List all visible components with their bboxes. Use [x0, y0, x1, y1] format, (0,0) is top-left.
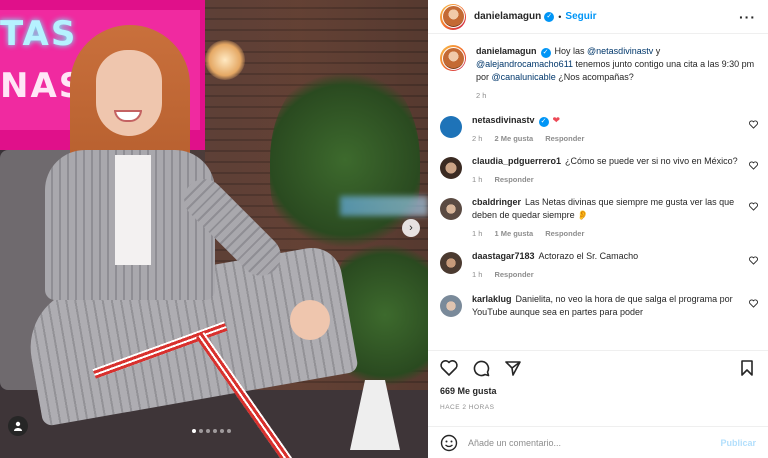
next-slide-button[interactable]: ›: [402, 219, 420, 237]
like-heart-icon[interactable]: [749, 202, 758, 211]
caption: danielamagun ✓ Hoy las @netasdivinastv y @…: [428, 45, 768, 102]
reply-button[interactable]: Responder: [545, 134, 584, 143]
reply-button[interactable]: Responder: [494, 175, 533, 184]
comment-item: claudia_pdguerrero1 ¿Cómo se puede ver si…: [428, 155, 768, 186]
user-icon: [14, 421, 22, 431]
woman-face: [96, 50, 162, 136]
post-media[interactable]: TAS NAS ›: [0, 0, 428, 458]
comment-text: Actorazo el Sr. Camacho: [538, 251, 639, 261]
woman-shirt: [115, 155, 151, 265]
caption-time[interactable]: 2 h: [476, 91, 486, 100]
avatar[interactable]: [440, 116, 462, 138]
sign-text-top: TAS: [0, 14, 78, 54]
comment-text: ❤: [552, 115, 561, 125]
comment-username[interactable]: cbaldringer: [472, 197, 521, 207]
avatar[interactable]: [440, 157, 462, 179]
woman-hand: [290, 300, 330, 340]
like-heart-icon[interactable]: [749, 161, 758, 170]
mention-link[interactable]: @alejandrocamacho611: [476, 59, 573, 69]
likes-count[interactable]: 669 Me gusta: [440, 386, 497, 396]
comment-item: karlaklug Danielita, no veo la hora de qu…: [428, 293, 768, 319]
comment-username[interactable]: claudia_pdguerrero1: [472, 156, 561, 166]
comment-icon[interactable]: [472, 359, 490, 377]
verified-icon: ✓: [540, 48, 551, 58]
comment-time[interactable]: 1 h: [472, 270, 482, 279]
save-bookmark-icon[interactable]: [738, 359, 756, 377]
comment-time[interactable]: 1 h: [472, 175, 482, 184]
follow-button[interactable]: Seguir: [565, 11, 596, 22]
comment-username[interactable]: daastagar7183: [472, 251, 535, 261]
post-header: danielamagun ✓ • Seguir ···: [428, 0, 768, 34]
blue-neon-light: [340, 196, 428, 216]
avatar[interactable]: [440, 295, 462, 317]
caption-text: Hoy las: [554, 46, 588, 56]
carousel-dot: [192, 429, 196, 433]
tagged-users-button[interactable]: [8, 416, 28, 436]
post-side-panel: danielamagun ✓ • Seguir ··· danielamagun…: [428, 0, 768, 458]
like-heart-icon[interactable]: [749, 256, 758, 265]
comment-time[interactable]: 2 h: [472, 134, 482, 143]
comment-item: netasdivinastv ✓ ❤ 2 h 2 Me gusta Responder: [428, 114, 768, 145]
reply-button[interactable]: Responder: [494, 270, 533, 279]
separator-dot: •: [558, 11, 562, 22]
add-comment-bar: Publicar: [428, 426, 768, 458]
lamp: [205, 40, 245, 80]
carousel-dot: [227, 429, 231, 433]
verified-icon: ✓: [538, 117, 549, 127]
post-actions: [428, 350, 768, 384]
comment-username[interactable]: netasdivinastv: [472, 115, 535, 125]
avatar[interactable]: [440, 3, 466, 30]
plant: [270, 60, 420, 260]
share-icon[interactable]: [504, 359, 522, 377]
mention-link[interactable]: @netasdivinastv: [587, 46, 653, 56]
mention-link[interactable]: @canalunicable: [492, 72, 556, 82]
avatar[interactable]: [440, 198, 462, 220]
heart-icon[interactable]: [440, 359, 458, 377]
like-heart-icon[interactable]: [749, 299, 758, 308]
post-timestamp[interactable]: HACE 2 HORAS: [440, 404, 494, 411]
carousel-dot: [199, 429, 203, 433]
reply-button[interactable]: Responder: [545, 229, 584, 238]
more-options-icon[interactable]: ···: [739, 9, 756, 25]
caption-username[interactable]: danielamagun: [476, 46, 537, 56]
carousel-dot: [213, 429, 217, 433]
header-username[interactable]: danielamagun: [474, 11, 541, 22]
comments-list[interactable]: danielamagun ✓ Hoy las @netasdivinastv y @…: [428, 35, 768, 350]
comment-likes[interactable]: 1 Me gusta: [494, 229, 533, 238]
comment-username[interactable]: karlaklug: [472, 294, 512, 304]
publish-button[interactable]: Publicar: [720, 438, 756, 448]
comment-time[interactable]: 1 h: [472, 229, 482, 238]
avatar[interactable]: [440, 252, 462, 274]
emoji-icon[interactable]: [440, 434, 458, 452]
carousel-indicator: [192, 429, 231, 433]
like-heart-icon[interactable]: [749, 120, 758, 129]
comment-item: daastagar7183 Actorazo el Sr. Camacho 1 h…: [428, 250, 768, 281]
carousel-dot: [206, 429, 210, 433]
carousel-dot: [220, 429, 224, 433]
avatar[interactable]: [440, 45, 466, 71]
comment-input[interactable]: [468, 437, 721, 448]
verified-icon: ✓: [544, 11, 555, 22]
comment-likes[interactable]: 2 Me gusta: [494, 134, 533, 143]
comment-text: ¿Cómo se puede ver si no vivo en México?: [565, 156, 738, 166]
comment-item: cbaldringer Las Netas divinas que siempre…: [428, 196, 768, 240]
